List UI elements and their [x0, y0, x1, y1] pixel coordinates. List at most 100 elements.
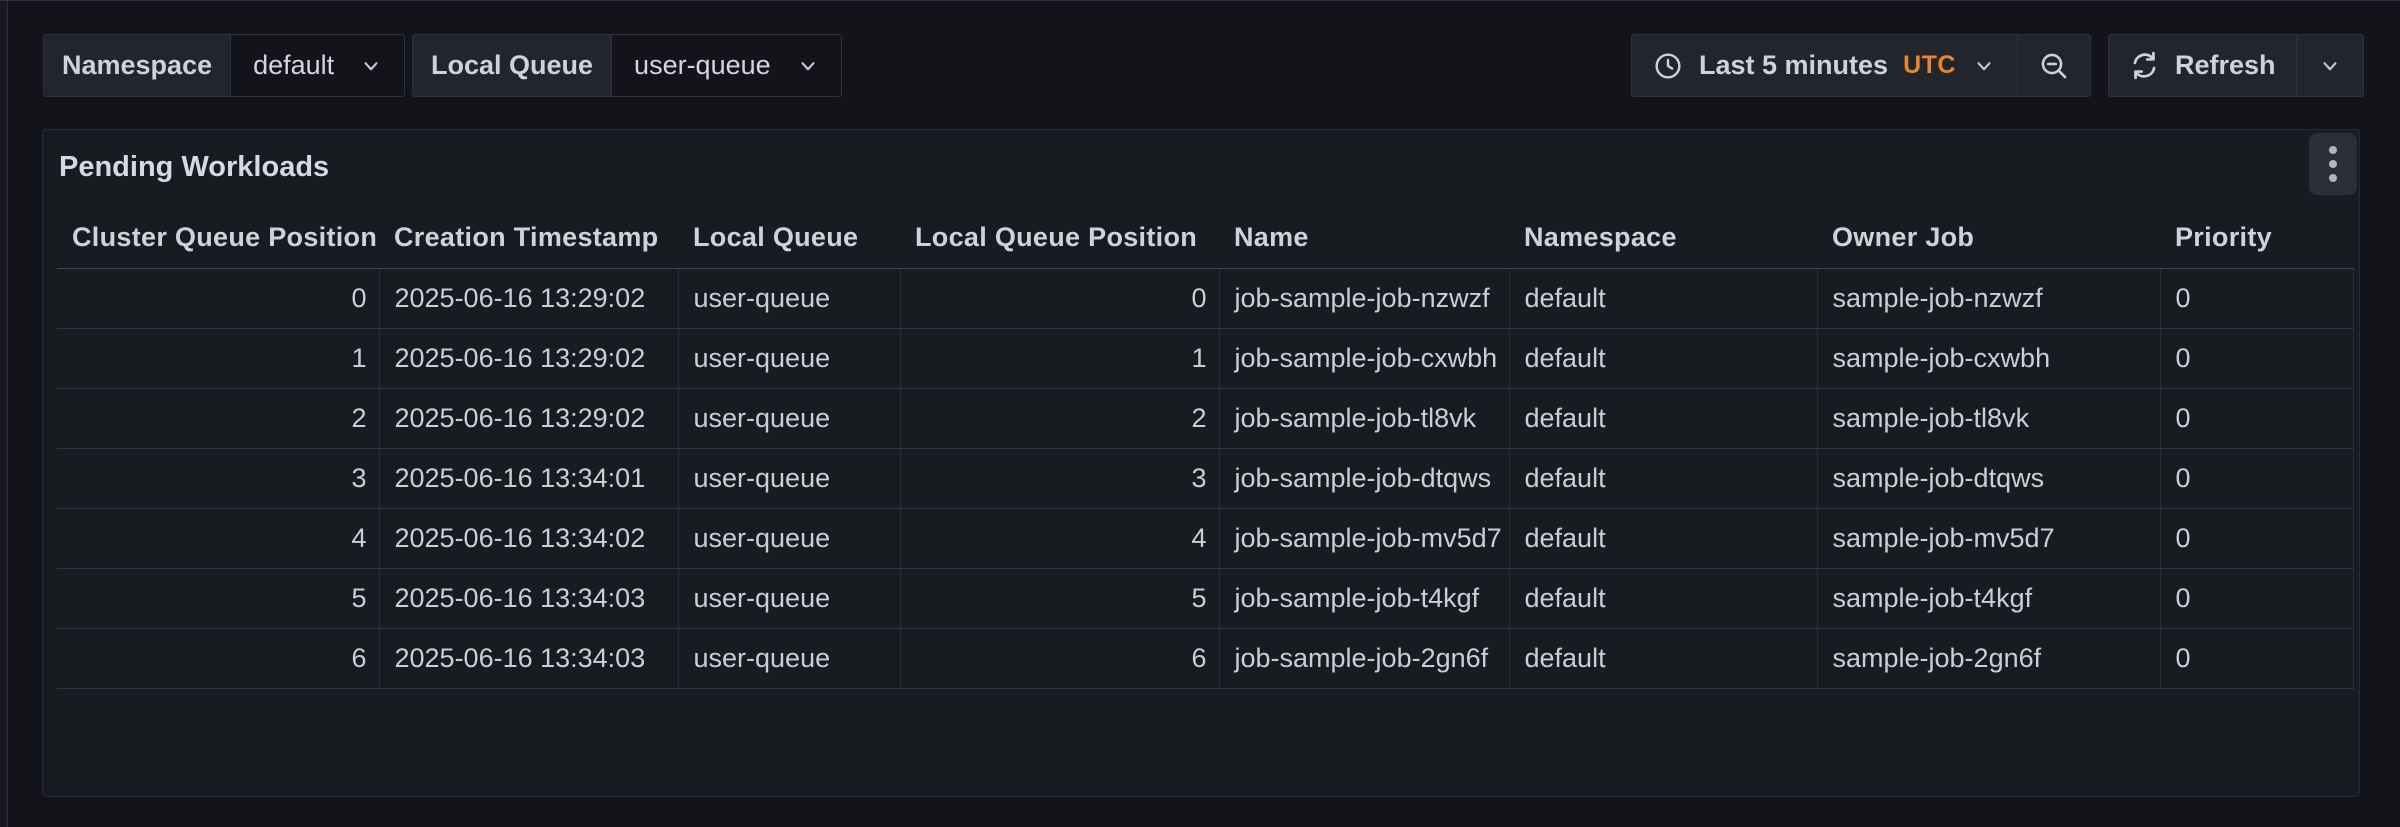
- table-cell-local-queue: user-queue: [678, 268, 900, 328]
- chevron-down-icon: [358, 53, 384, 79]
- table-cell-priority: 0: [2160, 568, 2353, 628]
- table-cell-owner-job: sample-job-dtqws: [1817, 448, 2160, 508]
- table-cell-creation-timestamp: 2025-06-16 13:29:02: [379, 388, 678, 448]
- table-cell-cluster-queue-position: 0: [57, 268, 379, 328]
- local-queue-variable-value: user-queue: [634, 50, 771, 81]
- table-cell-cluster-queue-position: 2: [57, 388, 379, 448]
- refresh-button[interactable]: Refresh: [2109, 35, 2296, 96]
- table-row: 42025-06-16 13:34:02user-queue4job-sampl…: [57, 508, 2353, 568]
- chevron-down-icon: [795, 53, 821, 79]
- table-cell-priority: 0: [2160, 328, 2353, 388]
- time-picker-group: Last 5 minutes UTC: [1631, 34, 2091, 97]
- time-picker-button[interactable]: Last 5 minutes UTC: [1632, 35, 2017, 96]
- table-cell-creation-timestamp: 2025-06-16 13:34:03: [379, 628, 678, 688]
- window-left-edge: [0, 1, 8, 827]
- table-cell-namespace: default: [1509, 328, 1817, 388]
- table-cell-local-queue: user-queue: [678, 568, 900, 628]
- table-cell-local-queue: user-queue: [678, 448, 900, 508]
- table-cell-owner-job: sample-job-tl8vk: [1817, 388, 2160, 448]
- column-header-local-queue-position[interactable]: Local Queue Position: [900, 208, 1219, 268]
- table-cell-local-queue-position: 2: [900, 388, 1219, 448]
- namespace-variable-dropdown[interactable]: default: [231, 35, 404, 96]
- kebab-menu-icon: [2329, 160, 2337, 168]
- table-cell-owner-job: sample-job-mv5d7: [1817, 508, 2160, 568]
- namespace-variable-label: Namespace: [44, 35, 231, 96]
- column-header-name[interactable]: Name: [1219, 208, 1509, 268]
- table-row: 12025-06-16 13:29:02user-queue1job-sampl…: [57, 328, 2353, 388]
- pending-workloads-panel: Pending Workloads Cluster Queue Position…: [42, 129, 2360, 797]
- table-cell-namespace: default: [1509, 628, 1817, 688]
- table-cell-local-queue-position: 6: [900, 628, 1219, 688]
- timezone-label: UTC: [1903, 51, 1956, 80]
- table-cell-owner-job: sample-job-cxwbh: [1817, 328, 2160, 388]
- table-header-row: Cluster Queue PositionCreation Timestamp…: [57, 208, 2353, 268]
- table-cell-name: job-sample-job-cxwbh: [1219, 328, 1509, 388]
- column-header-priority[interactable]: Priority: [2160, 208, 2353, 268]
- kebab-menu-icon: [2329, 174, 2337, 182]
- table-cell-owner-job: sample-job-nzwzf: [1817, 268, 2160, 328]
- local-queue-variable-dropdown[interactable]: user-queue: [612, 35, 841, 96]
- table-cell-local-queue-position: 1: [900, 328, 1219, 388]
- table-cell-cluster-queue-position: 3: [57, 448, 379, 508]
- chevron-down-icon: [1971, 53, 1997, 79]
- zoom-out-time-button[interactable]: [2017, 35, 2090, 96]
- table-cell-creation-timestamp: 2025-06-16 13:34:01: [379, 448, 678, 508]
- table-cell-creation-timestamp: 2025-06-16 13:29:02: [379, 328, 678, 388]
- table-cell-namespace: default: [1509, 508, 1817, 568]
- table-cell-cluster-queue-position: 1: [57, 328, 379, 388]
- column-header-local-queue[interactable]: Local Queue: [678, 208, 900, 268]
- table-cell-local-queue: user-queue: [678, 628, 900, 688]
- table-cell-local-queue-position: 5: [900, 568, 1219, 628]
- table-cell-priority: 0: [2160, 628, 2353, 688]
- column-header-namespace[interactable]: Namespace: [1509, 208, 1817, 268]
- table-cell-local-queue: user-queue: [678, 508, 900, 568]
- table-cell-namespace: default: [1509, 268, 1817, 328]
- kebab-menu-icon: [2329, 146, 2337, 154]
- table-cell-local-queue-position: 0: [900, 268, 1219, 328]
- column-header-cluster-queue-position[interactable]: Cluster Queue Position: [57, 208, 379, 268]
- refresh-interval-dropdown[interactable]: [2296, 35, 2363, 96]
- panel-title: Pending Workloads: [59, 130, 329, 204]
- table-cell-priority: 0: [2160, 388, 2353, 448]
- table-cell-namespace: default: [1509, 568, 1817, 628]
- table-cell-priority: 0: [2160, 268, 2353, 328]
- table-cell-name: job-sample-job-nzwzf: [1219, 268, 1509, 328]
- sync-icon: [2129, 50, 2160, 81]
- table-cell-creation-timestamp: 2025-06-16 13:34:03: [379, 568, 678, 628]
- table-cell-priority: 0: [2160, 508, 2353, 568]
- clock-icon: [1652, 50, 1684, 82]
- local-queue-variable-control: Local Queue user-queue: [412, 34, 842, 97]
- panel-menu-button[interactable]: [2309, 133, 2357, 195]
- chevron-down-icon: [2317, 53, 2343, 79]
- table-cell-priority: 0: [2160, 448, 2353, 508]
- table-cell-name: job-sample-job-mv5d7: [1219, 508, 1509, 568]
- table-cell-name: job-sample-job-t4kgf: [1219, 568, 1509, 628]
- table-cell-owner-job: sample-job-t4kgf: [1817, 568, 2160, 628]
- column-header-creation-timestamp[interactable]: Creation Timestamp: [379, 208, 678, 268]
- table-cell-namespace: default: [1509, 388, 1817, 448]
- table-row: 02025-06-16 13:29:02user-queue0job-sampl…: [57, 268, 2353, 328]
- table-row: 62025-06-16 13:34:03user-queue6job-sampl…: [57, 628, 2353, 688]
- table-cell-name: job-sample-job-2gn6f: [1219, 628, 1509, 688]
- refresh-button-group: Refresh: [2108, 34, 2364, 97]
- table-cell-cluster-queue-position: 4: [57, 508, 379, 568]
- table-cell-local-queue: user-queue: [678, 328, 900, 388]
- table-cell-local-queue: user-queue: [678, 388, 900, 448]
- table-cell-cluster-queue-position: 6: [57, 628, 379, 688]
- table-cell-name: job-sample-job-dtqws: [1219, 448, 1509, 508]
- grafana-dashboard: { "toolbar": { "variables": [ { "label":…: [0, 0, 2400, 826]
- table-cell-creation-timestamp: 2025-06-16 13:29:02: [379, 268, 678, 328]
- refresh-button-label: Refresh: [2175, 50, 2276, 81]
- table-row: 22025-06-16 13:29:02user-queue2job-sampl…: [57, 388, 2353, 448]
- table-cell-name: job-sample-job-tl8vk: [1219, 388, 1509, 448]
- table-row: 32025-06-16 13:34:01user-queue3job-sampl…: [57, 448, 2353, 508]
- column-header-owner-job[interactable]: Owner Job: [1817, 208, 2160, 268]
- table-row: 52025-06-16 13:34:03user-queue5job-sampl…: [57, 568, 2353, 628]
- pending-workloads-table: Cluster Queue PositionCreation Timestamp…: [57, 208, 2354, 689]
- table-cell-local-queue-position: 4: [900, 508, 1219, 568]
- local-queue-variable-label: Local Queue: [413, 35, 612, 96]
- table-cell-namespace: default: [1509, 448, 1817, 508]
- table-cell-owner-job: sample-job-2gn6f: [1817, 628, 2160, 688]
- namespace-variable-value: default: [253, 50, 334, 81]
- magnifier-minus-icon: [2038, 50, 2070, 82]
